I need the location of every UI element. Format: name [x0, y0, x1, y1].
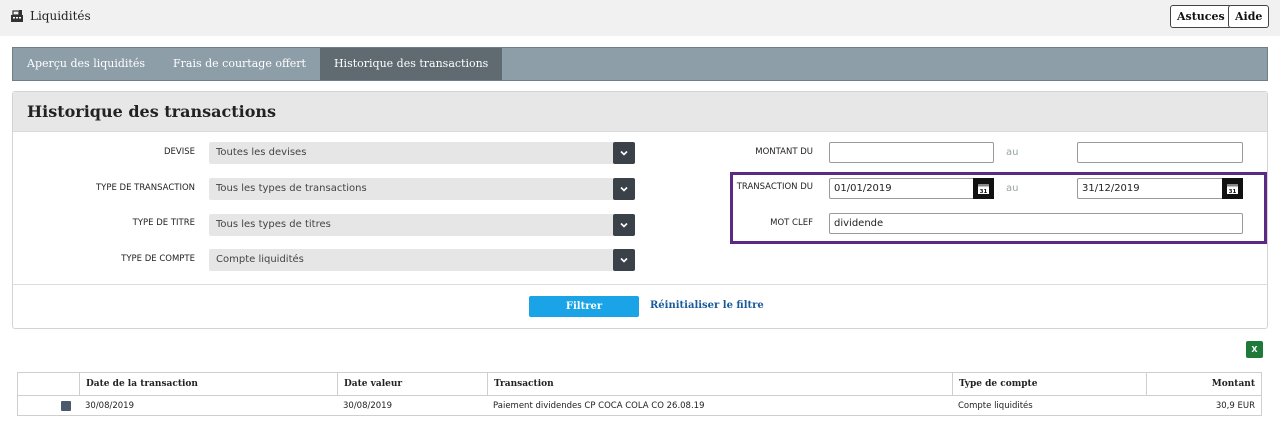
montant-to-input[interactable] — [1077, 142, 1243, 163]
column-header-transaction[interactable]: Transaction — [487, 373, 952, 396]
table-row[interactable]: 30/08/2019 30/08/2019 Paiement dividende… — [18, 396, 1261, 416]
cell-date-transaction: 30/08/2019 — [85, 401, 134, 411]
cell-transaction: Paiement dividendes CP COCA COLA CO 26.0… — [493, 401, 705, 411]
montant-label: MONTANT DU — [755, 147, 813, 157]
type-compte-value: Compte liquidités — [216, 254, 304, 265]
filter-panel: Historique des transactions DEVISE Toute… — [12, 91, 1268, 329]
type-transaction-select[interactable]: Tous les types de transactions — [209, 178, 635, 200]
type-transaction-label: TYPE DE TRANSACTION — [95, 183, 195, 193]
app-title: Liquidités — [10, 9, 91, 23]
tab-bar: Aperçu des liquidités Frais de courtage … — [12, 47, 1268, 81]
cell-type-compte: Compte liquidités — [958, 401, 1033, 411]
top-bar: Liquidités Astuces Aide — [0, 0, 1280, 36]
column-header-date-valeur[interactable]: Date valeur — [337, 373, 487, 396]
table-header: Date de la transaction Date valeur Trans… — [18, 373, 1261, 396]
type-compte-select[interactable]: Compte liquidités — [209, 249, 635, 271]
type-titre-select[interactable]: Tous les types de titres — [209, 214, 635, 236]
tips-button[interactable]: Astuces — [1170, 5, 1232, 28]
type-titre-value: Tous les types de titres — [216, 219, 331, 230]
cash-register-icon — [11, 10, 23, 22]
tab-apercu[interactable]: Aperçu des liquidités — [13, 48, 159, 80]
column-header-montant[interactable]: Montant — [1146, 373, 1261, 396]
devise-label: DEVISE — [163, 147, 195, 157]
divider — [13, 284, 1267, 285]
chevron-down-icon[interactable] — [613, 178, 635, 200]
cell-date-valeur: 30/08/2019 — [343, 401, 392, 411]
page-title: Historique des transactions — [27, 102, 277, 121]
tab-frais-courtage[interactable]: Frais de courtage offert — [159, 48, 320, 80]
filter-button[interactable]: Filtrer — [529, 296, 639, 317]
help-button[interactable]: Aide — [1228, 5, 1270, 28]
highlight-box — [730, 172, 1267, 244]
app-title-text: Liquidités — [30, 9, 91, 23]
type-titre-label: TYPE DE TITRE — [132, 218, 195, 228]
montant-from-input[interactable] — [829, 142, 994, 163]
chevron-down-icon[interactable] — [613, 249, 635, 271]
excel-icon-glyph: X — [1251, 345, 1258, 354]
excel-export-icon[interactable]: X — [1246, 341, 1263, 358]
cell-montant: 30,9 EUR — [1215, 401, 1255, 411]
column-header-type-compte[interactable]: Type de compte — [952, 373, 1146, 396]
type-transaction-value: Tous les types de transactions — [216, 183, 367, 194]
reset-filter-link[interactable]: Réinitialiser le filtre — [650, 300, 764, 311]
chevron-down-icon[interactable] — [613, 214, 635, 236]
type-compte-label: TYPE DE COMPTE — [121, 254, 195, 264]
devise-select[interactable]: Toutes les devises — [209, 142, 635, 164]
transactions-table: Date de la transaction Date valeur Trans… — [17, 372, 1262, 416]
devise-value: Toutes les devises — [216, 147, 307, 158]
column-header-icon — [18, 373, 79, 396]
column-header-date-transaction[interactable]: Date de la transaction — [79, 373, 337, 396]
info-icon[interactable] — [61, 401, 71, 411]
chevron-down-icon[interactable] — [613, 142, 635, 164]
tab-historique[interactable]: Historique des transactions — [319, 48, 503, 80]
montant-au-label: au — [1006, 147, 1019, 158]
